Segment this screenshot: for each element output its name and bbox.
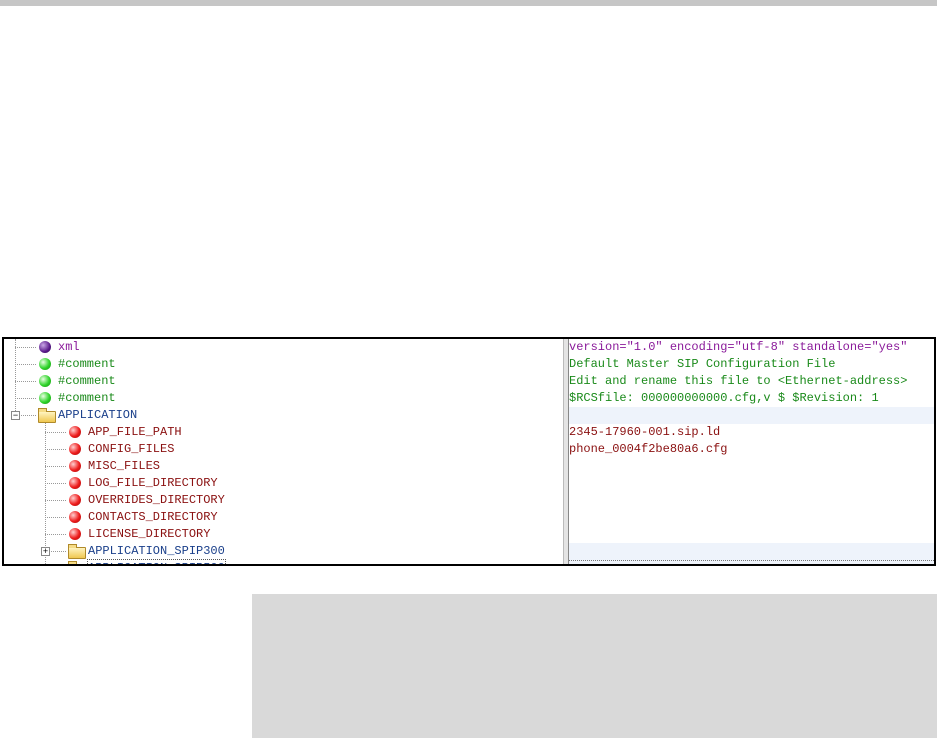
value-cell[interactable] <box>569 543 934 560</box>
green-ball-icon <box>39 358 51 370</box>
green-ball-icon <box>39 392 51 404</box>
tree-node-label[interactable]: APPLICATION <box>58 407 137 424</box>
folder-icon <box>38 408 56 423</box>
xml-tree-view[interactable]: xml #comment #comment #comment − APPLICATION A… <box>4 339 563 564</box>
tree-node-label[interactable]: OVERRIDES_DIRECTORY <box>88 492 225 509</box>
tree-connector <box>15 398 36 399</box>
tree-connector <box>45 517 66 518</box>
value-pane[interactable]: version="1.0" encoding="utf-8" standalon… <box>569 339 934 564</box>
note-box <box>252 594 937 738</box>
expand-icon[interactable]: + <box>41 547 50 556</box>
tree-node-label[interactable]: APP_FILE_PATH <box>88 424 182 441</box>
tree-node[interactable]: − APPLICATION <box>4 407 563 424</box>
value-cell[interactable] <box>569 560 934 564</box>
tree-connector <box>15 364 36 365</box>
tree-connector <box>45 500 66 501</box>
tree-connector <box>45 466 66 467</box>
tree-connector <box>45 432 66 433</box>
red-ball-icon <box>69 426 81 438</box>
tree-node-label[interactable]: APPLICATION_SPIP300 <box>88 543 225 560</box>
tree-node[interactable]: MISC_FILES <box>4 458 563 475</box>
red-ball-icon <box>69 528 81 540</box>
tree-node[interactable]: #comment <box>4 390 563 407</box>
value-cell[interactable] <box>569 492 934 509</box>
value-cell[interactable] <box>569 458 934 475</box>
tree-connector <box>45 449 66 450</box>
value-cell[interactable] <box>569 526 934 543</box>
tree-node-label[interactable]: #comment <box>58 356 116 373</box>
tree-connector <box>15 347 36 348</box>
tree-node[interactable]: #comment <box>4 356 563 373</box>
value-cell[interactable]: version="1.0" encoding="utf-8" standalon… <box>569 339 934 356</box>
red-ball-icon <box>69 511 81 523</box>
value-cell[interactable]: Edit and rename this file to <Ethernet-a… <box>569 373 934 390</box>
value-cell[interactable] <box>569 509 934 526</box>
tree-node[interactable]: LOG_FILE_DIRECTORY <box>4 475 563 492</box>
value-cell[interactable] <box>569 475 934 492</box>
tree-node[interactable]: #comment <box>4 373 563 390</box>
tree-node[interactable]: CONFIG_FILES <box>4 441 563 458</box>
value-cell[interactable] <box>569 407 934 424</box>
tree-node-label[interactable]: CONTACTS_DIRECTORY <box>88 509 218 526</box>
tree-connector <box>45 483 66 484</box>
tree-node-label[interactable]: LOG_FILE_DIRECTORY <box>88 475 218 492</box>
tree-node[interactable]: + APPLICATION_SPIP300 <box>4 543 563 560</box>
tree-node-label[interactable]: LICENSE_DIRECTORY <box>88 526 210 543</box>
purple-ball-icon <box>39 341 51 353</box>
tree-node[interactable]: OVERRIDES_DIRECTORY <box>4 492 563 509</box>
tree-node-label[interactable]: APPLICATION_SPIP500 <box>87 559 226 564</box>
tree-node-label[interactable]: #comment <box>58 390 116 407</box>
value-cell[interactable]: phone_0004f2be80a6.cfg <box>569 441 934 458</box>
red-ball-icon <box>69 477 81 489</box>
tree-node[interactable]: APP_FILE_PATH <box>4 424 563 441</box>
collapse-icon[interactable]: − <box>11 411 20 420</box>
value-cell[interactable]: 2345-17960-001.sip.ld <box>569 424 934 441</box>
tree-connector <box>15 381 36 382</box>
red-ball-icon <box>69 443 81 455</box>
red-ball-icon <box>69 494 81 506</box>
top-rule <box>0 0 937 6</box>
tree-node[interactable]: +APPLICATION_SPIP500 <box>4 559 563 564</box>
tree-node-label[interactable]: #comment <box>58 373 116 390</box>
tree-node-label[interactable]: CONFIG_FILES <box>88 441 174 458</box>
tree-node-label[interactable]: MISC_FILES <box>88 458 160 475</box>
tree-connector <box>45 534 66 535</box>
tree-node[interactable]: xml <box>4 339 563 356</box>
folder-icon <box>68 544 86 559</box>
tree-node[interactable]: LICENSE_DIRECTORY <box>4 526 563 543</box>
xml-editor-panel: xml #comment #comment #comment − APPLICATION A… <box>2 337 936 566</box>
red-ball-icon <box>69 460 81 472</box>
green-ball-icon <box>39 375 51 387</box>
tree-node-label[interactable]: xml <box>58 339 80 356</box>
value-cell[interactable]: Default Master SIP Configuration File <box>569 356 934 373</box>
value-cell[interactable]: $RCSfile: 000000000000.cfg,v $ $Revision… <box>569 390 934 407</box>
tree-node[interactable]: CONTACTS_DIRECTORY <box>4 509 563 526</box>
